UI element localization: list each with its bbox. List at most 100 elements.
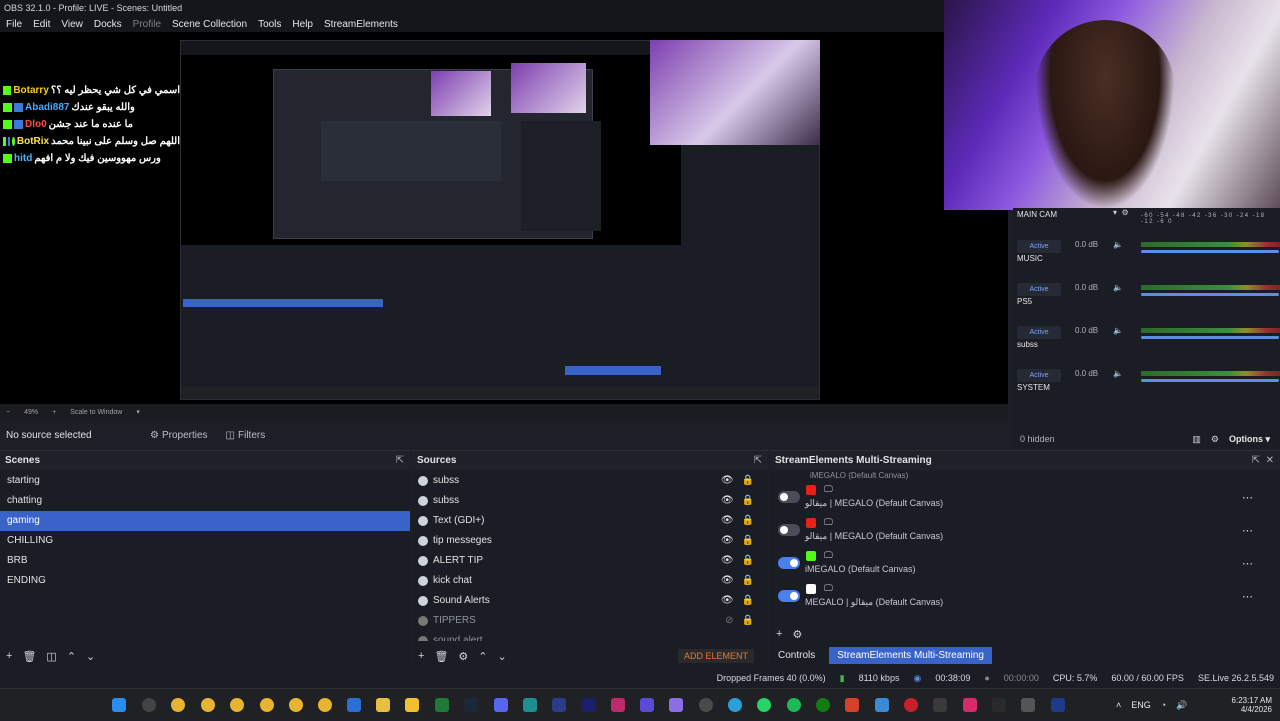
channel-icons[interactable]: ▾ ⚙ [1113,208,1129,217]
search-icon[interactable] [142,698,156,712]
source-item[interactable]: ALERT TIP 👁 🔒 [412,551,768,571]
filter-icon[interactable]: ◫ [46,650,56,663]
chrome-icon[interactable] [201,698,215,712]
tab-multistream[interactable]: StreamElements Multi-Streaming [829,646,992,664]
whatsapp-icon[interactable] [757,698,771,712]
menu-streamelements[interactable]: StreamElements [324,19,398,30]
more-icon[interactable]: ⋯ [1242,590,1253,603]
gear-icon[interactable]: ⚙ [792,628,802,641]
source-item[interactable]: subss 👁 🔒 [412,471,768,491]
volume-icon[interactable]: 🔊 [1176,700,1187,711]
excel-icon[interactable] [435,698,449,712]
eye-icon[interactable]: 👁 [721,471,734,491]
app-icon[interactable] [933,698,947,712]
source-item[interactable]: Text (GDI+) 👁 🔒 [412,511,768,531]
lock-icon[interactable]: 🔒 [742,511,754,531]
menu-help[interactable]: Help [292,19,313,30]
mute-icon[interactable]: 🔈 [1113,326,1123,335]
app-icon[interactable] [611,698,625,712]
app-icon[interactable] [992,698,1006,712]
mute-icon[interactable]: 🔈 [1113,283,1123,292]
app-icon[interactable] [405,698,419,712]
scene-item[interactable]: CHILLING [0,531,410,551]
scene-item[interactable]: chatting [0,491,410,511]
add-icon[interactable]: + [776,628,782,640]
eye-icon[interactable]: 👁 [721,551,734,571]
add-icon[interactable]: + [6,650,12,662]
eye-icon[interactable]: 👁 [721,511,734,531]
menu-file[interactable]: File [6,19,22,30]
chrome-icon[interactable] [289,698,303,712]
add-icon[interactable]: + [418,650,424,662]
mute-icon[interactable]: 🔈 [1113,240,1123,249]
tray-clock[interactable]: 6:23:17 AM 4/4/2026 [1222,689,1272,721]
steam-icon[interactable] [464,698,478,712]
move-up-icon[interactable]: ⌃ [478,650,487,663]
destination-toggle[interactable] [778,491,800,503]
move-up-icon[interactable]: ⌃ [67,650,76,663]
volume-slider[interactable] [1141,379,1279,382]
move-down-icon[interactable]: ⌄ [498,650,507,663]
more-icon[interactable]: ⋯ [1242,557,1253,570]
tab-controls[interactable]: Controls [770,647,823,664]
menu-edit[interactable]: Edit [33,19,50,30]
more-icon[interactable]: ⋯ [1242,491,1253,504]
discord-icon[interactable] [494,698,508,712]
wifi-icon[interactable]: ◔ [1161,700,1166,710]
app-icon[interactable] [904,698,918,712]
scene-item[interactable]: BRB [0,551,410,571]
gear-icon[interactable]: ⚙ [1211,434,1219,445]
xbox-icon[interactable] [816,698,830,712]
eye-icon[interactable]: 👁 [721,591,734,611]
volume-slider[interactable] [1141,250,1279,253]
lock-icon[interactable]: 🔒 [742,531,754,551]
menu-tools[interactable]: Tools [258,19,281,30]
close-icon[interactable]: ✕ [1266,451,1274,471]
lock-icon[interactable]: 🔒 [742,471,754,491]
menu-scene-collection[interactable]: Scene Collection [172,19,247,30]
obs-icon[interactable] [699,698,713,712]
undock-icon[interactable]: ⇱ [396,451,404,471]
windows-start-icon[interactable] [112,698,126,712]
destination-toggle[interactable] [778,557,800,569]
undock-icon[interactable]: ⇱ [1252,451,1260,471]
lock-icon[interactable]: 🔒 [742,591,754,611]
eye-icon[interactable]: 👁 [721,571,734,591]
lock-icon[interactable]: 🔒 [742,611,754,631]
options-button[interactable]: Options ▾ [1229,434,1270,445]
zoom-in-button[interactable]: + [52,409,56,416]
filters-button[interactable]: ◫ Filters [222,428,270,443]
lock-icon[interactable]: 🔒 [742,571,754,591]
scene-item-selected[interactable]: gaming [0,511,410,531]
photoshop-icon[interactable] [1051,698,1065,712]
source-item[interactable]: Sound Alerts 👁 🔒 [412,591,768,611]
add-element-button[interactable]: ADD ELEMENT [677,649,754,663]
scale-mode[interactable]: Scale to Window [70,409,122,416]
chevron-up-icon[interactable]: ˄ [1116,700,1121,710]
app-icon[interactable] [875,698,889,712]
trash-icon[interactable]: 🗑 [434,650,448,663]
chrome-icon[interactable] [260,698,274,712]
undock-icon[interactable]: ⇱ [754,451,762,471]
menu-view[interactable]: View [61,19,83,30]
folder-icon[interactable] [376,698,390,712]
app-icon[interactable] [523,698,537,712]
premiere-icon[interactable] [582,698,596,712]
properties-button[interactable]: ⚙ Properties [146,428,212,443]
chrome-icon[interactable] [171,698,185,712]
chrome-icon[interactable] [318,698,332,712]
lock-icon[interactable]: 🔒 [742,551,754,571]
mute-icon[interactable]: 🔈 [1113,369,1123,378]
eye-icon[interactable]: 👁 [721,531,734,551]
menu-docks[interactable]: Docks [94,19,122,30]
eye-hidden-icon[interactable]: ⊘ [725,611,733,631]
destination-toggle[interactable] [778,524,800,536]
app-icon[interactable] [347,698,361,712]
volume-slider[interactable] [1141,293,1279,296]
gear-icon[interactable]: ⚙ [458,650,468,663]
destination-toggle[interactable] [778,590,800,602]
app-icon[interactable] [552,698,566,712]
telegram-icon[interactable] [728,698,742,712]
source-item[interactable]: TIPPERS ⊘ 🔒 [412,611,768,631]
tray-language[interactable]: ENG [1131,700,1151,710]
